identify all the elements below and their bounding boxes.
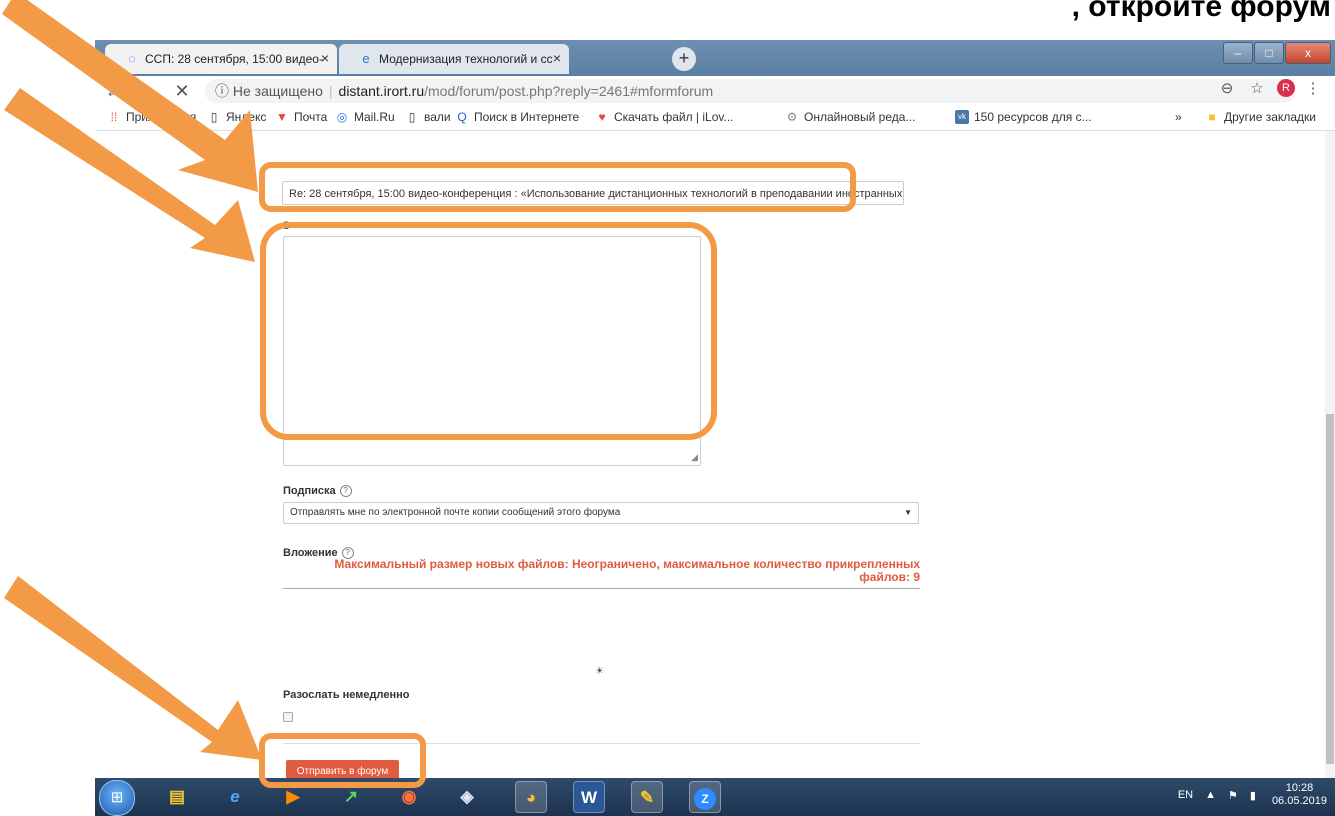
annotation-arrows	[2, 0, 262, 760]
arrow-subject	[2, 0, 258, 192]
arrow-submit	[4, 576, 262, 760]
